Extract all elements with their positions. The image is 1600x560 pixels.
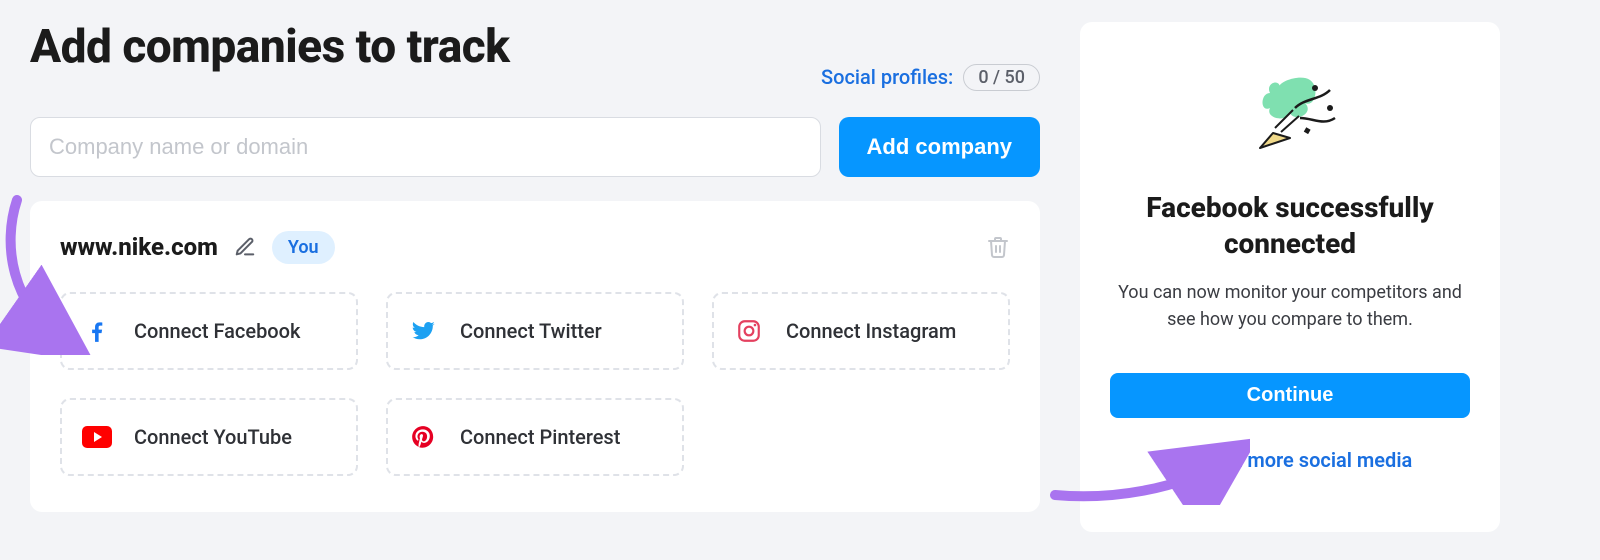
party-popper-icon xyxy=(1235,68,1345,162)
success-panel: Facebook successfully connected You can … xyxy=(1080,22,1500,532)
trash-icon[interactable] xyxy=(986,235,1010,259)
you-badge: You xyxy=(272,231,335,264)
twitter-icon xyxy=(408,316,438,346)
pencil-icon[interactable] xyxy=(234,236,256,258)
panel-title: Facebook successfully connected xyxy=(1110,190,1470,263)
connect-label: Connect Facebook xyxy=(134,319,300,343)
connect-label: Connect Pinterest xyxy=(460,425,620,449)
facebook-icon xyxy=(82,316,112,346)
social-profiles-count: 0 / 50 xyxy=(963,64,1040,91)
connect-label: Connect Instagram xyxy=(786,319,956,343)
connect-instagram-button[interactable]: Connect Instagram xyxy=(712,292,1010,370)
social-profiles-counter: Social profiles: 0 / 50 xyxy=(821,64,1040,95)
connect-youtube-button[interactable]: Connect YouTube xyxy=(60,398,358,476)
company-domain: www.nike.com xyxy=(60,233,218,261)
connect-facebook-button[interactable]: Connect Facebook xyxy=(60,292,358,370)
instagram-icon xyxy=(734,316,764,346)
connect-more-link[interactable]: Connect more social media xyxy=(1168,448,1413,472)
connect-label: Connect Twitter xyxy=(460,319,602,343)
connect-label: Connect YouTube xyxy=(134,425,292,449)
social-profiles-label: Social profiles: xyxy=(821,65,953,89)
continue-button[interactable]: Continue xyxy=(1110,373,1470,418)
company-input[interactable] xyxy=(30,117,821,177)
pinterest-icon xyxy=(408,422,438,452)
page-title: Add companies to track xyxy=(30,22,510,73)
connect-twitter-button[interactable]: Connect Twitter xyxy=(386,292,684,370)
youtube-icon xyxy=(82,422,112,452)
panel-description: You can now monitor your competitors and… xyxy=(1110,279,1470,333)
add-company-button[interactable]: Add company xyxy=(839,117,1040,177)
company-card: www.nike.com You Connect Facebook C xyxy=(30,201,1040,512)
connect-pinterest-button[interactable]: Connect Pinterest xyxy=(386,398,684,476)
